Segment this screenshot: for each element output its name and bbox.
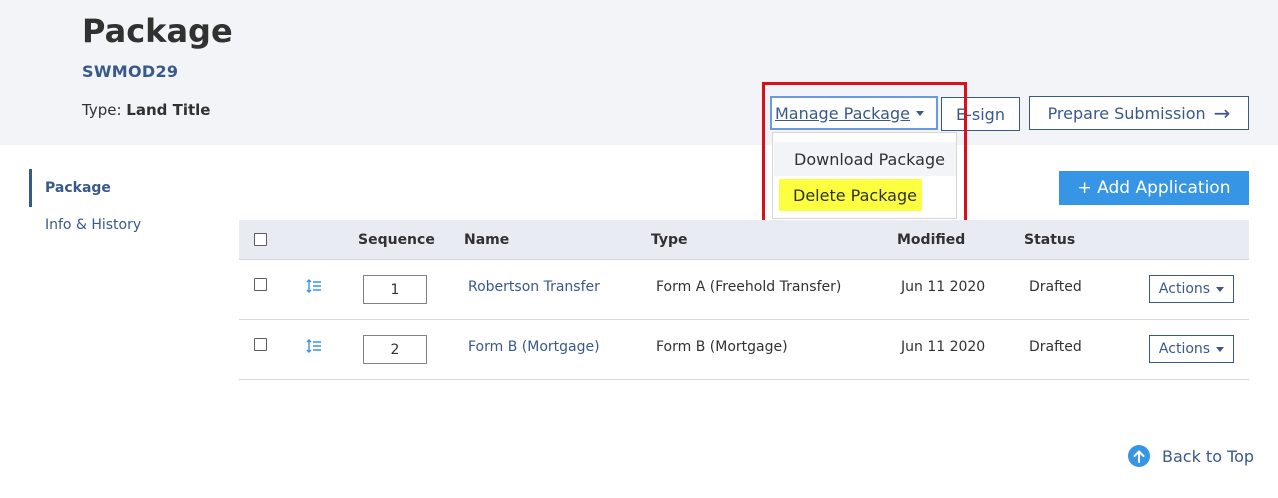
back-to-top-label: Back to Top bbox=[1162, 446, 1255, 466]
chevron-down-icon bbox=[1216, 346, 1225, 352]
row-checkbox[interactable] bbox=[254, 278, 267, 291]
page-title: Package bbox=[82, 12, 233, 50]
package-code: SWMOD29 bbox=[82, 62, 179, 81]
annotation-highlight-box bbox=[762, 82, 967, 231]
sequence-input[interactable]: 1 bbox=[363, 275, 427, 304]
actions-button[interactable]: Actions bbox=[1149, 275, 1234, 303]
reorder-icon[interactable] bbox=[306, 339, 322, 353]
actions-label: Actions bbox=[1158, 341, 1211, 357]
column-header-status: Status bbox=[1024, 232, 1076, 248]
sidebar-item-package[interactable]: Package bbox=[45, 180, 111, 196]
column-header-modified: Modified bbox=[897, 232, 966, 248]
sidebar-active-indicator bbox=[29, 169, 32, 207]
application-type: Form A (Freehold Transfer) bbox=[656, 279, 842, 295]
table-row: 1 Robertson Transfer Form A (Freehold Tr… bbox=[239, 260, 1249, 320]
table-row: 2 Form B (Mortgage) Form B (Mortgage) Ju… bbox=[239, 320, 1249, 380]
chevron-down-icon bbox=[1216, 286, 1225, 292]
add-application-button[interactable]: + Add Application bbox=[1059, 171, 1249, 205]
column-header-type: Type bbox=[651, 232, 688, 248]
application-name-link[interactable]: Robertson Transfer bbox=[468, 279, 600, 295]
back-to-top-link[interactable]: Back to Top bbox=[1128, 445, 1254, 467]
column-header-sequence: Sequence bbox=[358, 232, 435, 248]
prepare-submission-label: Prepare Submission bbox=[1047, 103, 1206, 123]
application-name-link[interactable]: Form B (Mortgage) bbox=[468, 339, 600, 355]
table-header: Sequence Name Type Modified Status bbox=[239, 220, 1249, 260]
application-type: Form B (Mortgage) bbox=[656, 339, 788, 355]
package-type: Type: Land Title bbox=[82, 101, 210, 119]
application-status: Drafted bbox=[1029, 279, 1082, 295]
package-type-label: Type: bbox=[82, 101, 122, 119]
arrow-right-icon: → bbox=[1213, 101, 1231, 125]
sequence-input[interactable]: 2 bbox=[363, 335, 427, 364]
actions-button[interactable]: Actions bbox=[1149, 335, 1234, 363]
application-modified: Jun 11 2020 bbox=[901, 339, 986, 355]
application-modified: Jun 11 2020 bbox=[901, 279, 986, 295]
package-type-value: Land Title bbox=[126, 101, 211, 119]
row-checkbox[interactable] bbox=[254, 338, 267, 351]
actions-label: Actions bbox=[1158, 281, 1211, 297]
application-status: Drafted bbox=[1029, 339, 1082, 355]
prepare-submission-button[interactable]: Prepare Submission → bbox=[1029, 96, 1249, 130]
sidebar-item-info-history[interactable]: Info & History bbox=[45, 217, 141, 233]
column-header-name: Name bbox=[464, 232, 510, 248]
arrow-up-icon bbox=[1128, 445, 1150, 467]
reorder-icon[interactable] bbox=[306, 279, 322, 293]
select-all-checkbox[interactable] bbox=[254, 233, 267, 246]
